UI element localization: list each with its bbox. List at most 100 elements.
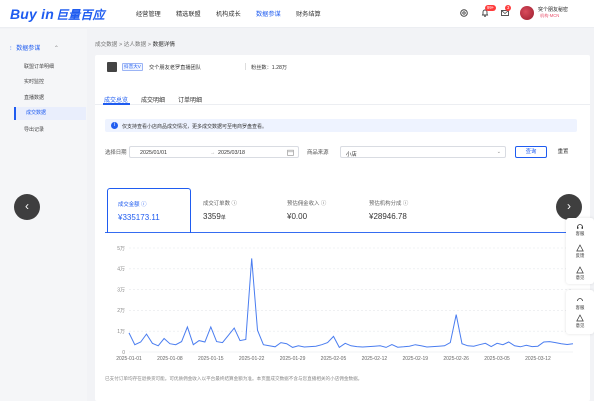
metric-label: 成交金额 ⓘ [118,202,147,208]
sidebar-item-export[interactable]: 导出记录 [24,126,44,133]
user-name[interactable]: 突个朋友秘密 [538,6,568,13]
info-notice: i 仅支持查看小店商品成交情况，更多成交数据可至电商罗盘查看。 [105,119,577,132]
brand-logo-cn: 巨量百应 [55,8,105,22]
breadcrumb-deal-data[interactable]: 成交数据 [95,42,117,48]
metric-card-agency-share[interactable]: 预估机构分成 ⓘ ¥28946.78 [359,188,443,233]
chevron-right-icon: › [567,199,571,213]
nav-growth[interactable]: 机构成长 [216,9,241,18]
x-tick-label: 2025-02-19 [402,356,428,362]
x-tick-label: 2025-01-29 [280,356,306,362]
metric-divider [105,232,577,233]
y-tick-label: 4万 [117,267,125,273]
sidebar-group-label: 数据参谋 [16,46,41,52]
y-tick-label: 3万 [117,287,125,293]
feedback-label: 反馈 [575,253,585,258]
source-label: 商品来源 [307,150,329,156]
date-to[interactable]: 2025/03/18 [218,150,245,156]
date-range-picker[interactable]: 2025/01/01 → 2025/03/18 [129,146,299,158]
customer-service-label: 客服 [575,231,585,236]
tab-bar: 成交总览 成交明细 订单明细 [95,85,590,105]
metric-label: 预估佣金收入 ⓘ [287,201,327,207]
gmv-series-line [128,258,574,349]
sidebar-group-data-advisor[interactable]: ⫶ 数据参谋 ⌃ [10,43,59,53]
source-select[interactable]: 小店 ⌄ [340,146,506,158]
nav-operation[interactable]: 经营管理 [136,9,161,18]
warning-icon [576,314,584,322]
breadcrumb-current: 数据详情 [152,42,175,48]
info-text: 仅支持查看小店商品成交情况，更多成交数据可至电商罗盘查看。 [122,123,268,130]
metric-value: ¥335173.11 [118,213,160,222]
nav-data-advisor[interactable]: 数据参谋 [256,9,281,18]
metric-value: ¥0.00 [287,212,308,221]
x-tick-label: 2025-02-05 [321,356,347,362]
suggestion-label: 意见 [575,275,585,280]
help-icon: ⓘ [320,201,327,207]
customer-service-button[interactable]: 客服 [566,296,594,311]
x-tick-label: 2025-03-05 [484,356,510,362]
info-icon: i [111,122,118,129]
shop-fans: 粉丝数：1.28万 [251,65,288,71]
date-separator: → [210,149,216,156]
shop-avatar [107,62,117,72]
metric-card-gmv[interactable]: 成交金额 ⓘ ¥335173.11 [107,188,191,233]
top-navbar: Buy in 巨量百应 经营管理 精选联盟 机构成长 数据参谋 财务结算 99+ … [0,0,594,28]
gmv-line-chart: 0 1万 2万 3万 4万 5万 2025-01-01 2025-01-08 2025-01-1… [116,246,574,362]
metric-card-orders[interactable]: 成交订单数 ⓘ 3359单 [193,188,277,233]
x-tick-label: 2025-02-12 [362,356,388,362]
chevron-up-icon: ⌃ [53,46,59,52]
date-label: 选择日期 [105,150,127,156]
warning-icon [576,266,584,274]
brand-logo-text: Buy in [10,6,54,22]
breadcrumb-creator-data[interactable]: 达人数据 [124,42,146,48]
y-tick-label: 5万 [117,246,125,252]
footnote: 已支付订单均存在退换货可能。可优质佣金收入以平台最终结算金额为准。本页面成交数据… [105,376,363,381]
x-tick-label: 2025-03-12 [525,356,551,362]
help-icon: ⓘ [402,201,409,207]
reset-button[interactable]: 重置 [547,146,579,158]
x-tick-label: 2025-01-01 [116,356,142,362]
x-tick-label: 2025-02-26 [443,356,469,362]
floating-help-panel: 客服 反馈 意见 [566,218,594,284]
headset-icon [577,224,583,229]
shop-name: 交个朋友老罗直播团队 [149,65,201,71]
carousel-next-button[interactable]: › [556,194,582,220]
y-tick-label: 2万 [117,308,125,314]
customer-service-button[interactable]: 客服 [566,222,594,237]
feedback-button[interactable]: 反馈 [566,244,594,259]
y-tick-label: 1万 [117,329,125,335]
user-role-tag: 机构·MCN [540,13,560,18]
carousel-prev-button[interactable]: ‹ [14,194,40,220]
metric-label: 成交订单数 ⓘ [203,201,237,207]
sidebar-item-realtime[interactable]: 实时监控 [24,78,44,85]
help-icon: ⓘ [231,201,237,207]
suggestion-button[interactable]: 意见 [566,314,594,329]
chart-icon: ⫶ [10,46,12,52]
sidebar-item-alliance-orders[interactable]: 联盟订单明细 [24,63,54,70]
tab-deal-detail[interactable]: 成交明细 [141,95,165,104]
date-from[interactable]: 2025/01/01 [140,150,167,156]
nav-alliance[interactable]: 精选联盟 [176,9,201,18]
breadcrumb: 成交数据 > 达人数据 > 数据详情 [95,40,175,48]
suggestion-label: 意见 [575,323,585,328]
nav-finance[interactable]: 财务结算 [296,9,321,18]
search-button[interactable]: 查询 [515,146,547,158]
settings-icon[interactable] [459,8,469,18]
sidebar: ⫶ 数据参谋 ⌃ 联盟订单明细 实时监控 直播数据 成交数据 导出记录 [0,29,87,401]
active-tab-indicator [103,103,130,105]
calendar-icon [287,149,294,156]
suggestion-button[interactable]: 意见 [566,266,594,281]
warning-icon [576,244,584,252]
sidebar-item-deal-data[interactable]: 成交数据 [14,107,86,120]
x-tick-label: 2025-01-15 [198,356,224,362]
sidebar-item-live-data[interactable]: 直播数据 [24,94,44,101]
main-card: 抖音大V 交个朋友老罗直播团队 粉丝数：1.28万 成交总览 成交明细 订单明细… [95,55,590,401]
customer-service-label: 客服 [575,305,585,310]
user-avatar[interactable] [520,6,534,20]
mail-badge: 3 [505,5,512,11]
brand-logo[interactable]: Buy in 巨量百应 [10,6,105,23]
tab-order-detail[interactable]: 订单明细 [178,95,202,104]
metric-label: 预估机构分成 ⓘ [369,201,409,207]
metric-card-commission[interactable]: 预估佣金收入 ⓘ ¥0.00 [277,188,361,233]
notification-badge: 99+ [485,5,497,11]
metric-value: 3359单 [203,212,226,221]
